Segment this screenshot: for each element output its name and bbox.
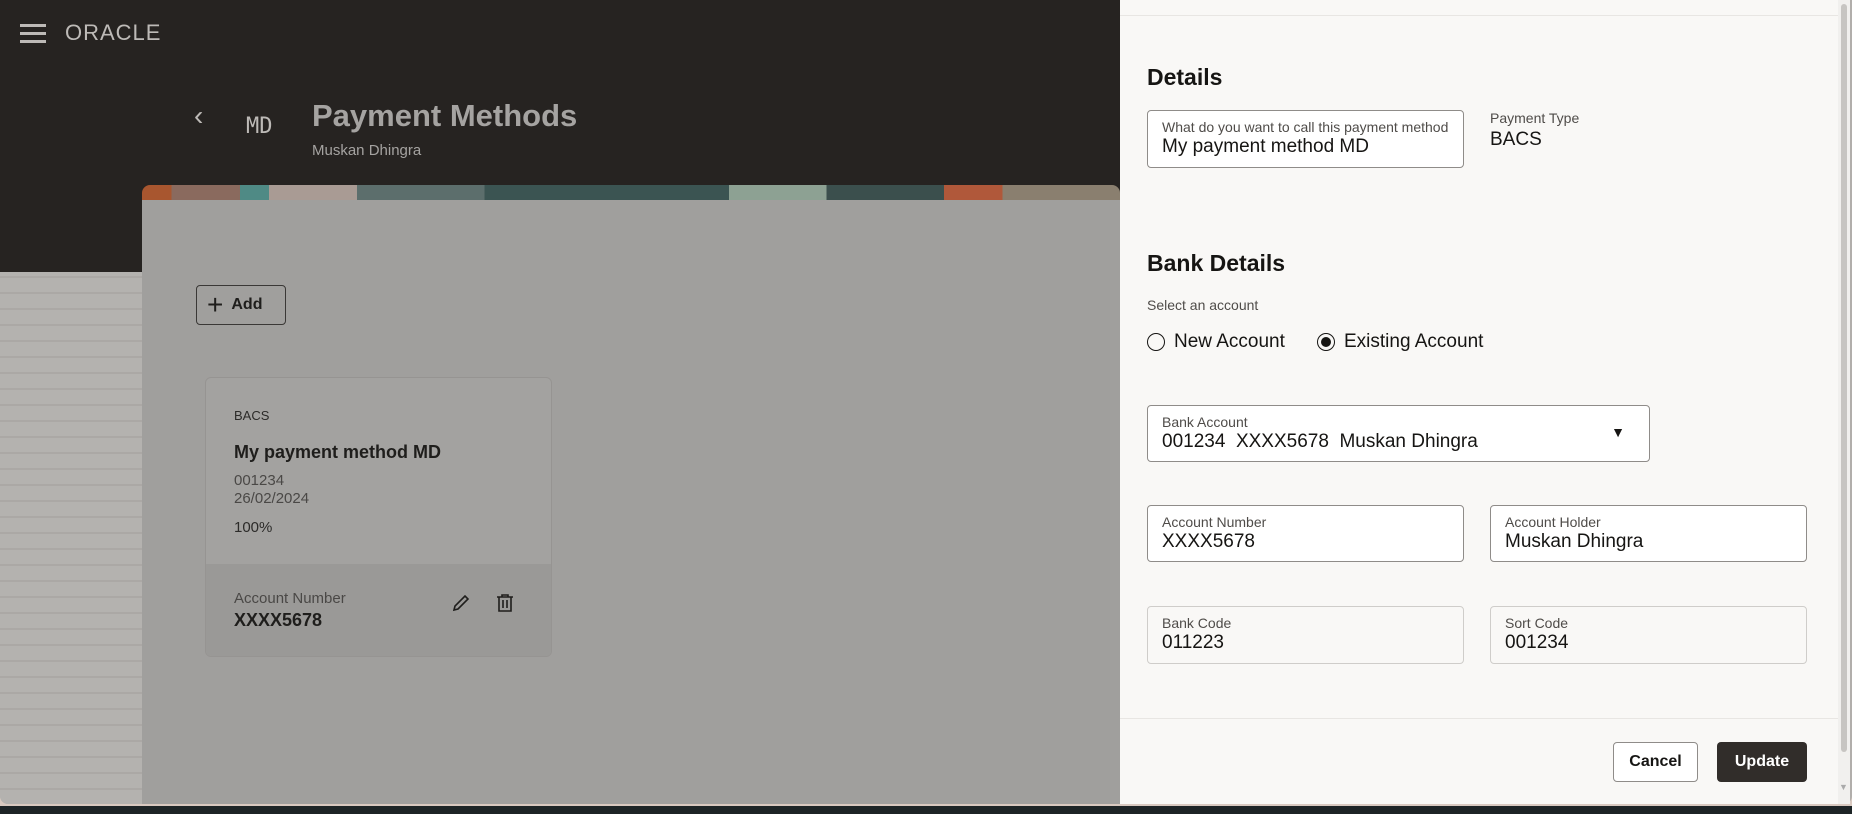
card-account-label: Account Number — [234, 590, 346, 607]
field-label: Sort Code — [1505, 615, 1569, 631]
field-label: Bank Code — [1162, 615, 1232, 631]
drawer-scrollbar[interactable]: ▼ — [1838, 0, 1850, 804]
account-holder-input[interactable]: Account Holder Muskan Dhingra — [1490, 505, 1807, 562]
edit-payment-method-drawer: Details What do you want to call this pa… — [1120, 0, 1838, 804]
field-label: Account Holder — [1505, 514, 1601, 530]
radio-label: New Account — [1174, 331, 1285, 352]
payment-type-label: Payment Type — [1490, 110, 1580, 126]
bank-details-heading: Bank Details — [1147, 250, 1286, 276]
drawer-top-divider — [1120, 15, 1838, 16]
field-label: What do you want to call this payment me… — [1162, 119, 1449, 135]
cancel-button[interactable]: Cancel — [1613, 742, 1698, 782]
oracle-logo: ORACLE — [65, 20, 162, 45]
bank-code-field: Bank Code 011223 — [1147, 606, 1464, 664]
account-number-input[interactable]: Account Number XXXX5678 — [1147, 505, 1464, 562]
add-label: Add — [231, 296, 263, 313]
back-chevron-icon[interactable]: ‹ — [194, 100, 203, 132]
delete-trash-icon[interactable] — [494, 592, 516, 619]
card-date: 26/02/2024 — [234, 490, 310, 507]
page-subtitle: Muskan Dhingra — [312, 142, 422, 159]
radio-label: Existing Account — [1344, 331, 1484, 352]
hamburger-menu-icon[interactable] — [20, 24, 46, 44]
radio-existing-account[interactable]: Existing Account — [1317, 331, 1483, 353]
select-account-label: Select an account — [1147, 297, 1259, 313]
plus-icon: + — [207, 289, 224, 320]
field-label: Bank Account — [1162, 414, 1248, 430]
card-percentage: 100% — [234, 519, 273, 536]
field-value: 001234 XXXX5678 Muskan Dhingra — [1162, 431, 1478, 452]
radio-unchecked-icon — [1147, 333, 1165, 351]
add-button[interactable]: + Add — [196, 285, 286, 325]
field-value: XXXX5678 — [1162, 531, 1255, 552]
bank-account-select[interactable]: Bank Account 001234 XXXX5678 Muskan Dhin… — [1147, 405, 1650, 462]
field-value: 001234 — [1505, 632, 1569, 653]
payment-method-card: BACS My payment method MD 001234 26/02/2… — [205, 377, 552, 657]
card-account-value: XXXX5678 — [234, 610, 323, 630]
payment-method-name-input[interactable]: What do you want to call this payment me… — [1147, 110, 1464, 168]
field-value: Muskan Dhingra — [1505, 531, 1644, 552]
edit-pencil-icon[interactable] — [450, 592, 472, 620]
avatar: MD — [246, 114, 273, 139]
card-type: BACS — [234, 408, 270, 423]
taskbar-strip — [0, 806, 1852, 814]
background-texture — [0, 272, 142, 804]
footer-divider — [1120, 718, 1838, 719]
details-heading: Details — [1147, 64, 1223, 90]
decorative-banner — [142, 185, 1120, 201]
radio-new-account[interactable]: New Account — [1147, 331, 1285, 353]
radio-checked-icon — [1317, 333, 1335, 351]
sort-code-field: Sort Code 001234 — [1490, 606, 1807, 664]
update-button[interactable]: Update — [1717, 742, 1807, 782]
page-title: Payment Methods — [312, 98, 578, 133]
dropdown-caret-icon[interactable]: ▼ — [1611, 424, 1625, 440]
field-label: Account Number — [1162, 514, 1267, 530]
card-sort-code: 001234 — [234, 472, 285, 489]
field-value: 011223 — [1162, 632, 1224, 653]
payment-type-value: BACS — [1490, 129, 1542, 150]
field-value: My payment method MD — [1162, 136, 1369, 157]
card-name: My payment method MD — [234, 442, 442, 462]
